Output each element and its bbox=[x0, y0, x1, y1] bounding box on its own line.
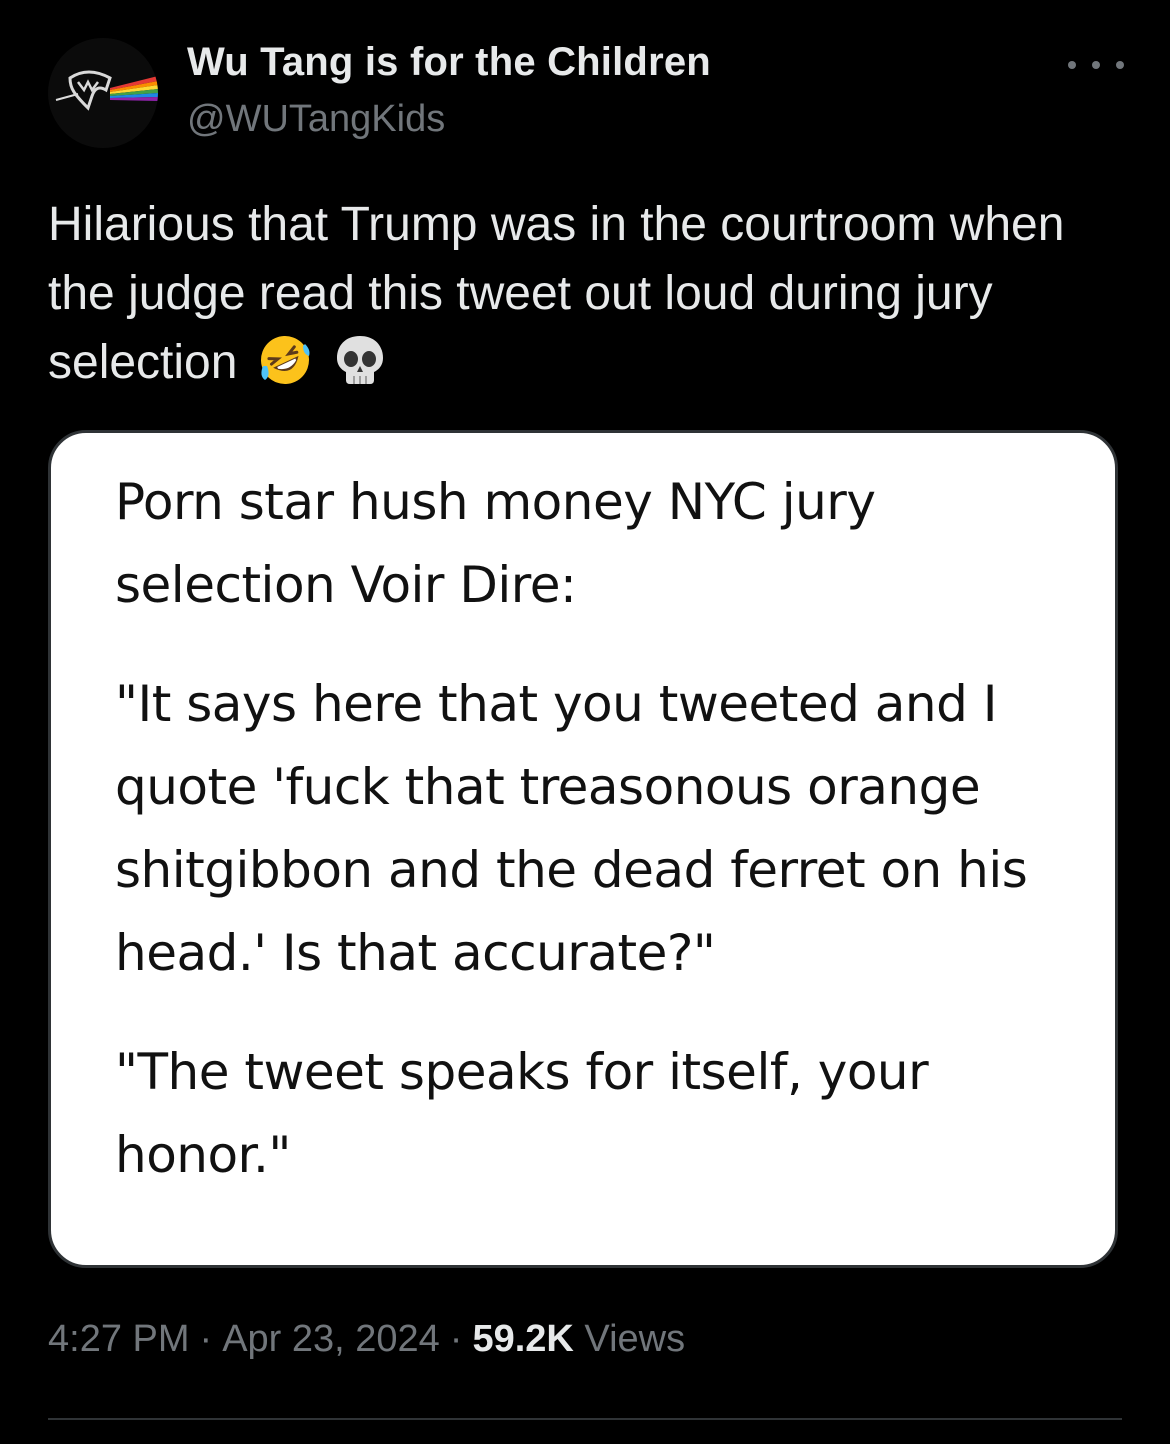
tweet-text-body: Hilarious that Trump was in the courtroo… bbox=[48, 198, 1065, 389]
meta-separator: · bbox=[199, 1318, 213, 1360]
media-question: "It says here that you tweeted and I quo… bbox=[115, 675, 1028, 982]
tweet-text: Hilarious that Trump was in the courtroo… bbox=[48, 190, 1128, 397]
more-options-button[interactable] bbox=[1068, 50, 1124, 80]
tweet-media-image[interactable]: Porn star hush money NYC jury selection … bbox=[48, 430, 1118, 1268]
media-answer: "The tweet speaks for itself, your honor… bbox=[115, 1043, 929, 1184]
media-text: Porn star hush money NYC jury selection … bbox=[115, 461, 1075, 1197]
more-dot-icon bbox=[1068, 61, 1076, 69]
views-label: Views bbox=[584, 1318, 686, 1360]
more-dot-icon bbox=[1116, 61, 1124, 69]
tweet: Wu Tang is for the Children @WUTangKids … bbox=[0, 0, 1170, 1444]
views-count[interactable]: 59.2K bbox=[472, 1318, 573, 1360]
wu-tang-prism-logo-icon bbox=[48, 38, 158, 148]
media-heading: Porn star hush money NYC jury selection … bbox=[115, 473, 876, 614]
tweet-time[interactable]: 4:27 PM bbox=[48, 1318, 190, 1360]
tweet-date[interactable]: Apr 23, 2024 bbox=[222, 1318, 440, 1360]
avatar[interactable] bbox=[48, 38, 158, 148]
author-display-name[interactable]: Wu Tang is for the Children bbox=[187, 40, 711, 85]
tweet-meta: 4:27 PM · Apr 23, 2024 · 59.2K Views bbox=[48, 1318, 685, 1361]
author-handle[interactable]: @WUTangKids bbox=[187, 98, 445, 141]
rolling-on-floor-laughing-emoji-icon bbox=[257, 332, 313, 388]
meta-separator: · bbox=[449, 1318, 463, 1360]
more-dot-icon bbox=[1092, 61, 1100, 69]
divider bbox=[48, 1418, 1122, 1420]
skull-emoji-icon bbox=[332, 332, 388, 388]
